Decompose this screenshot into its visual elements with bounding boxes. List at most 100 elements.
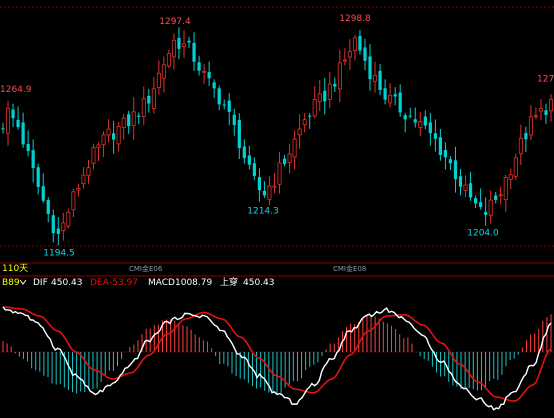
candle-body xyxy=(312,99,317,117)
candle-body xyxy=(363,47,367,61)
candle-body xyxy=(544,110,548,115)
indicator-name[interactable]: B89 xyxy=(2,278,20,288)
candle-body xyxy=(121,117,126,128)
candle-body xyxy=(232,114,236,125)
candle-body xyxy=(524,133,528,140)
candle-body xyxy=(106,128,111,136)
candle-body xyxy=(36,167,40,187)
candle-body xyxy=(222,104,226,106)
candle-body xyxy=(473,198,478,204)
candle-body xyxy=(352,37,357,51)
candle-body xyxy=(347,51,352,58)
candle-body xyxy=(212,82,216,89)
candle-body xyxy=(333,83,337,87)
candle-body xyxy=(287,153,292,163)
candle-body xyxy=(257,177,262,191)
candle-body xyxy=(272,185,277,188)
candle-body xyxy=(217,88,221,105)
candle-body xyxy=(247,155,251,165)
candle-body xyxy=(151,88,156,110)
series-marker-1: CMI金E06 xyxy=(129,264,163,273)
candle-body xyxy=(66,211,71,227)
candle-body xyxy=(177,37,181,49)
candle-body xyxy=(192,42,196,62)
candle-body xyxy=(549,99,554,112)
candle-body xyxy=(423,116,427,126)
candle-body xyxy=(528,116,533,136)
candle-body xyxy=(161,64,166,79)
dea-label: DEA xyxy=(90,278,110,288)
candle-body xyxy=(81,174,86,185)
candle-body xyxy=(197,62,201,71)
candle-body xyxy=(488,199,493,216)
dea-value: -53.97 xyxy=(109,278,138,288)
candle-body xyxy=(61,222,66,232)
price-label: 1214.3 xyxy=(247,207,279,217)
candle-body xyxy=(112,133,116,140)
period-label: 110天 xyxy=(2,264,28,274)
price-label: 1298.8 xyxy=(339,14,371,24)
candle-body xyxy=(11,109,15,119)
candle-body xyxy=(428,122,432,134)
candle-body xyxy=(292,138,297,158)
candle-body xyxy=(242,146,246,159)
candle-body xyxy=(403,115,407,120)
candle-body xyxy=(6,107,11,134)
candle-body xyxy=(533,115,538,118)
candle-body xyxy=(41,186,45,201)
candle-body xyxy=(342,59,347,62)
candle-body xyxy=(383,88,387,100)
candle-body xyxy=(171,39,176,58)
candle-body xyxy=(538,108,543,112)
candle-body xyxy=(21,122,25,145)
candle-body xyxy=(337,62,342,90)
candle-body xyxy=(398,92,402,113)
candle-body xyxy=(458,176,463,187)
chart-canvas: 1264.9 1297.4 1298.8 1270 1214.3 1194.5 1204.0… xyxy=(0,0,554,418)
candle-body xyxy=(56,228,60,234)
candle-body xyxy=(508,174,513,180)
candle-body xyxy=(393,94,397,97)
candle-body xyxy=(448,159,453,164)
candle-body xyxy=(141,98,146,117)
candle-body xyxy=(31,150,35,169)
candle-body xyxy=(252,163,256,176)
candle-body xyxy=(513,157,518,177)
candle-body xyxy=(358,35,362,51)
price-label: 1297.4 xyxy=(159,17,191,27)
extra-value: 450.43 xyxy=(243,278,275,288)
candle-body xyxy=(323,90,327,102)
candle-body xyxy=(96,144,101,149)
candle-body xyxy=(91,147,96,164)
price-label: 1194.5 xyxy=(43,248,75,258)
candle-body xyxy=(267,185,272,200)
candle-body xyxy=(408,115,412,117)
candle-body xyxy=(51,215,55,234)
candle-body xyxy=(46,200,50,214)
candle-body xyxy=(518,137,523,155)
candle-body xyxy=(378,70,382,91)
candle-body xyxy=(277,162,282,185)
candle-body xyxy=(373,75,378,82)
price-label: 1204.0 xyxy=(467,228,499,238)
candle-body xyxy=(484,212,488,215)
candle-body xyxy=(503,177,508,201)
candle-body xyxy=(207,72,211,79)
candle-body xyxy=(438,137,442,155)
candle-body xyxy=(1,128,5,130)
candle-body xyxy=(468,183,473,198)
candle-body xyxy=(26,143,30,151)
series-marker-2: CMI金E08 xyxy=(333,264,366,273)
candle-body xyxy=(131,111,136,126)
candle-body xyxy=(187,40,191,43)
macd-label: MACD xyxy=(148,278,175,288)
candle-body xyxy=(262,190,267,196)
candle-body xyxy=(116,126,121,145)
candle-body xyxy=(433,133,437,139)
candle-body xyxy=(302,119,307,126)
candle-body xyxy=(498,194,503,197)
candle-body xyxy=(166,53,171,67)
price-label: 1270 xyxy=(537,75,554,85)
candle-body xyxy=(156,72,161,88)
candle-body xyxy=(147,95,151,104)
